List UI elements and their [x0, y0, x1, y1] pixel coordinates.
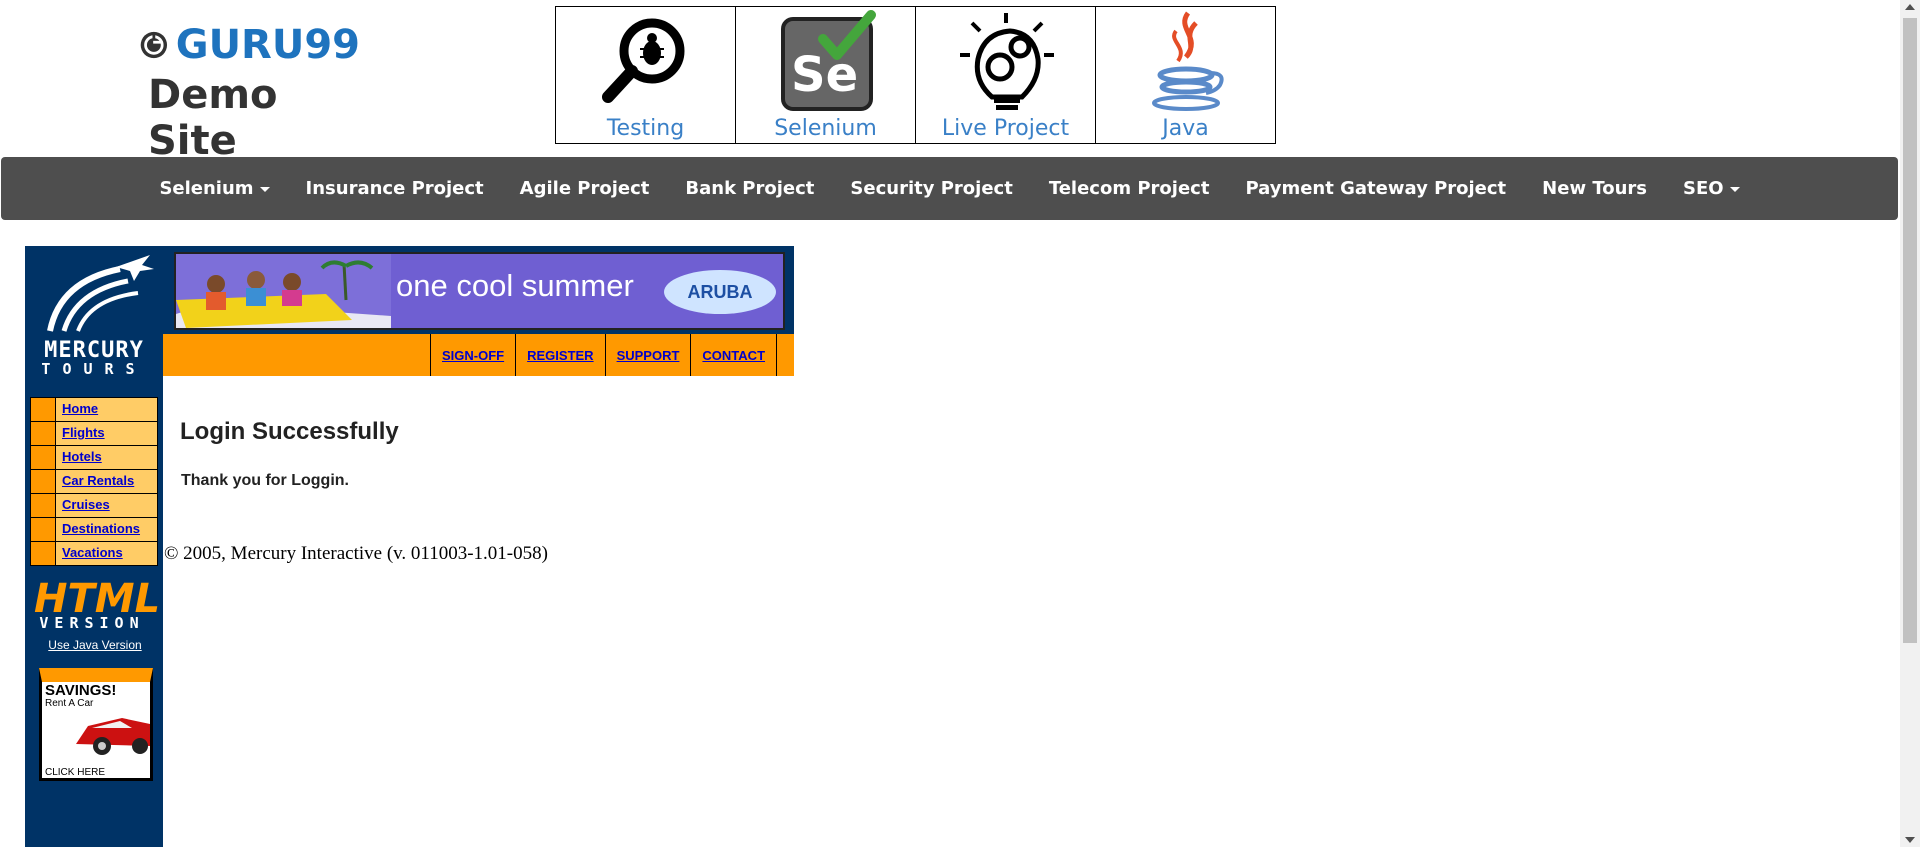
page-title: Login Successfully [180, 418, 399, 445]
nav-payment-gateway-project[interactable]: Payment Gateway Project [1245, 178, 1506, 199]
mercury-logo-sub: TOURS [41, 360, 147, 378]
side-menu-item: Flights [31, 422, 157, 446]
guru99-logo-icon [140, 31, 168, 59]
savings-click: CLICK HERE [45, 767, 106, 778]
use-java-version-link[interactable]: Use Java Version [40, 638, 150, 652]
nav-label: SEO [1683, 178, 1724, 199]
nav-telecom-project[interactable]: Telecom Project [1049, 178, 1210, 199]
side-link-flights[interactable]: Flights [56, 422, 105, 445]
side-menu: Home Flights Hotels Car Rentals Cruises … [30, 397, 158, 566]
tile-selenium[interactable]: Se Selenium [736, 7, 916, 143]
menu-square-icon [31, 422, 56, 445]
plane-swoosh-icon [47, 255, 154, 332]
chevron-down-icon [259, 186, 270, 192]
menu-square-icon [31, 518, 56, 541]
menu-square-icon [31, 398, 56, 421]
brand-name: GURU99 [175, 22, 360, 68]
menu-square-icon [31, 446, 56, 469]
chevron-down-icon [1729, 186, 1740, 192]
tile-label: Live Project [941, 116, 1070, 141]
course-tiles: Testing Se Selenium Live Project Java [555, 6, 1276, 144]
tile-testing[interactable]: Testing [556, 7, 736, 143]
sign-off-link[interactable]: SIGN-OFF [430, 334, 515, 376]
banner-text: one cool summer [396, 268, 634, 303]
login-message: Thank you for Loggin. [181, 472, 349, 489]
nav-insurance-project[interactable]: Insurance Project [306, 178, 484, 199]
side-menu-item: Destinations [31, 518, 157, 542]
nav-agile-project[interactable]: Agile Project [520, 178, 650, 199]
top-nav-bar: SIGN-OFF REGISTER SUPPORT CONTACT [163, 334, 794, 376]
side-menu-item: Vacations [31, 542, 157, 565]
tile-java[interactable]: Java [1096, 7, 1275, 143]
beach-raft-image [176, 254, 391, 328]
side-menu-item: Hotels [31, 446, 157, 470]
brand-subtitle: Demo Site [148, 72, 278, 164]
support-link[interactable]: SUPPORT [604, 334, 691, 376]
nav-label: Selenium [159, 178, 254, 199]
nav-bank-project[interactable]: Bank Project [685, 178, 814, 199]
nav-new-tours[interactable]: New Tours [1542, 178, 1647, 199]
nav-selenium[interactable]: Selenium [159, 178, 270, 199]
side-link-car-rentals[interactable]: Car Rentals [56, 470, 134, 493]
top-nav: SIGN-OFF REGISTER SUPPORT CONTACT [430, 334, 778, 376]
vertical-scrollbar[interactable] [1900, 0, 1920, 847]
svg-text:Se: Se [791, 47, 858, 103]
side-link-destinations[interactable]: Destinations [56, 518, 140, 541]
nav-security-project[interactable]: Security Project [850, 178, 1012, 199]
java-cup-icon [1151, 11, 1224, 111]
side-menu-item: Cruises [31, 494, 157, 518]
savings-ad[interactable]: SAVINGS! Rent A Car CLICK HERE [39, 668, 153, 781]
contact-link[interactable]: CONTACT [690, 334, 778, 376]
guru99-logo[interactable]: GURU99 Demo Site [140, 22, 360, 164]
car-icon [76, 718, 150, 755]
menu-square-icon [31, 470, 56, 493]
menu-square-icon [31, 494, 56, 517]
side-link-cruises[interactable]: Cruises [56, 494, 110, 517]
savings-title: SAVINGS! [45, 682, 117, 699]
copyright-text: © 2005, Mercury Interactive (v. 011003-1… [164, 543, 548, 564]
aruba-logo: ARUBA [664, 270, 776, 314]
html-version-logo: HTML VERSION [34, 576, 160, 634]
banner-area: one cool summer ARUBA [163, 246, 794, 334]
tile-label: Java [1162, 116, 1209, 141]
nav-seo[interactable]: SEO [1683, 178, 1740, 199]
html-version-sub: VERSION [39, 614, 145, 632]
side-menu-item: Home [31, 398, 157, 422]
selenium-check-icon: Se [780, 10, 876, 111]
side-link-vacations[interactable]: Vacations [56, 542, 123, 565]
side-menu-item: Car Rentals [31, 470, 157, 494]
side-link-home[interactable]: Home [56, 398, 98, 421]
main-navbar: Selenium Insurance Project Agile Project… [1, 157, 1898, 220]
tile-label: Selenium [774, 116, 877, 141]
scroll-up-icon[interactable] [1905, 4, 1915, 10]
scrollbar-thumb[interactable] [1903, 18, 1917, 643]
aruba-banner[interactable]: one cool summer ARUBA [174, 252, 785, 330]
scroll-down-icon[interactable] [1905, 837, 1915, 843]
tile-label: Testing [606, 116, 685, 141]
menu-square-icon [31, 542, 56, 565]
tile-live-project[interactable]: Live Project [916, 7, 1096, 143]
gear-bulb-icon [959, 13, 1054, 110]
register-link[interactable]: REGISTER [515, 334, 604, 376]
bug-magnifier-icon [601, 18, 684, 103]
side-link-hotels[interactable]: Hotels [56, 446, 102, 469]
